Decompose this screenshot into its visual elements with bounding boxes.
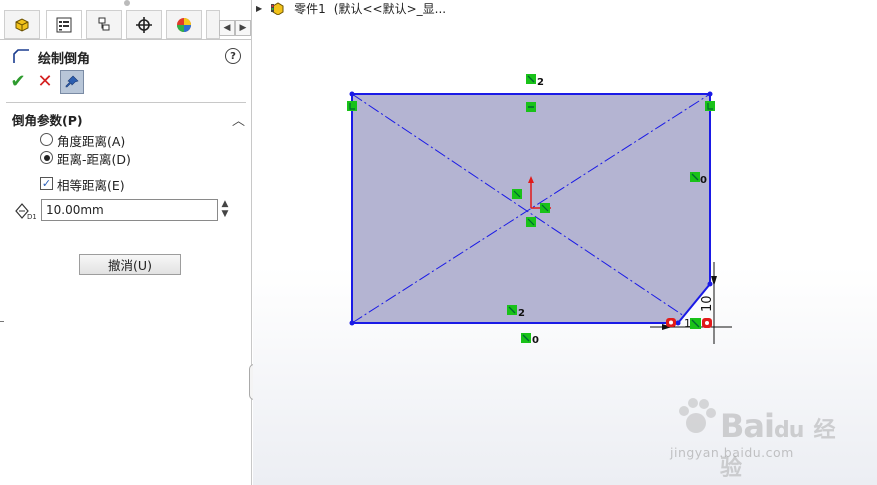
distance-input[interactable] <box>41 199 218 221</box>
midpoint-relation-icon[interactable] <box>540 203 550 213</box>
angle-distance-label[interactable]: 角度距离(A) <box>57 131 125 150</box>
sketch-point[interactable] <box>675 320 681 326</box>
panel-edge-tick <box>0 321 4 322</box>
pushpin-icon <box>65 75 79 88</box>
paw-logo-icon <box>679 398 716 433</box>
relation-count-bottom: 2 <box>518 308 525 319</box>
horizontal-equal-relation-icon[interactable] <box>526 102 536 112</box>
tab-dimxpert-manager[interactable] <box>126 10 162 39</box>
angle-distance-radio[interactable] <box>40 133 53 146</box>
group-title: 倒角参数(P) <box>12 113 83 128</box>
appearance-ball-icon <box>177 17 191 32</box>
spin-up-icon[interactable]: ▲ <box>219 199 231 209</box>
midpoint-relation-icon[interactable] <box>526 217 536 227</box>
help-icon[interactable]: ? <box>225 48 241 64</box>
coincident-relation-icon[interactable] <box>690 318 701 329</box>
pierce-relation-icon[interactable] <box>702 318 712 328</box>
sketch-chamfer-icon <box>13 49 29 63</box>
dimension-value[interactable]: 10 <box>700 295 715 312</box>
feature-tree-icon <box>15 17 29 32</box>
spin-down-icon[interactable]: ▼ <box>219 209 231 219</box>
equal-distance-label[interactable]: 相等距离(E) <box>57 175 125 194</box>
property-manager-header: 绘制倒角 ? <box>0 44 250 68</box>
sketch-point[interactable] <box>349 91 355 97</box>
relation-count-right: 0 <box>700 175 707 186</box>
keep-visible-pin-button[interactable] <box>60 70 84 94</box>
cancel-button[interactable]: ✕ <box>35 72 55 92</box>
section-divider <box>6 102 246 103</box>
collapse-chevron-icon[interactable]: ︿ <box>232 110 245 129</box>
undo-button[interactable]: 撤消(U) <box>79 254 181 275</box>
baidu-watermark: Baidu 经验 jingyan.baidu.com <box>668 385 838 481</box>
chamfer-parameters-group-header[interactable]: 倒角参数(P) ︿ <box>0 108 250 129</box>
watermark-url: jingyan.baidu.com <box>670 445 794 460</box>
sketch-point[interactable] <box>707 91 713 97</box>
horizontal-relation-icon[interactable] <box>526 74 536 84</box>
relation-count-fix: 0 <box>532 335 539 346</box>
tab-display-manager[interactable] <box>166 10 202 39</box>
property-manager-panel: ◀ ▶ 绘制倒角 ? ✔ ✕ 倒角参数(P) ︿ 角度距离(A) 距离-距离(D… <box>0 0 252 485</box>
distance-spinner[interactable]: ▲ ▼ <box>219 199 231 221</box>
manager-tab-bar: ◀ ▶ <box>0 8 252 40</box>
distance-distance-radio[interactable] <box>40 151 53 164</box>
tab-scroll-right-button[interactable]: ▶ <box>235 20 251 36</box>
vertical-relation-icon[interactable] <box>690 172 700 182</box>
tab-more[interactable] <box>206 10 220 39</box>
distance-dimension-icon: D1 <box>15 203 36 221</box>
tab-configuration-manager[interactable] <box>86 10 122 39</box>
tab-feature-manager[interactable] <box>4 10 40 39</box>
pierce-relation-icon[interactable] <box>666 318 676 327</box>
crosshair-icon <box>136 16 152 33</box>
distance-distance-label[interactable]: 距离-距离(D) <box>57 149 131 168</box>
confirmation-bar: ✔ ✕ <box>0 70 250 96</box>
midpoint-relation-icon[interactable] <box>512 189 522 199</box>
sketch-point[interactable] <box>707 281 713 287</box>
horizontal-relation-icon[interactable] <box>507 305 517 315</box>
property-manager-title: 绘制倒角 <box>38 52 91 67</box>
panel-resize-grip[interactable] <box>124 0 130 6</box>
sketch-point[interactable] <box>349 320 355 326</box>
tab-property-manager[interactable] <box>46 10 82 39</box>
configuration-icon <box>98 17 110 30</box>
ok-button[interactable]: ✔ <box>8 72 28 92</box>
relation-count-top: 2 <box>537 77 544 88</box>
tab-scroll-left-button[interactable]: ◀ <box>219 20 235 36</box>
coincident-relation-icon[interactable] <box>347 101 357 111</box>
fix-relation-icon[interactable] <box>521 333 531 343</box>
svg-text:D1: D1 <box>27 213 36 221</box>
equal-distance-checkbox[interactable]: ✓ <box>40 177 53 190</box>
coincident-relation-icon[interactable] <box>705 101 715 111</box>
property-list-icon <box>56 17 72 32</box>
